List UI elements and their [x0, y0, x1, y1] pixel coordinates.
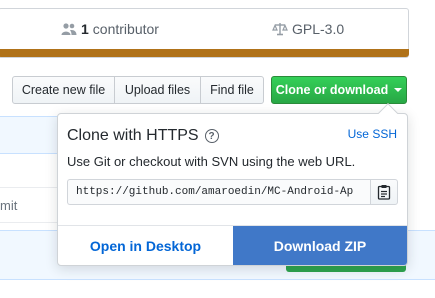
upload-files-button[interactable]: Upload files [114, 76, 201, 104]
popup-arrow [378, 103, 398, 123]
contributors-count: 1 [81, 21, 89, 37]
file-list-divider [0, 222, 58, 223]
license-link[interactable]: GPL-3.0 [272, 21, 344, 37]
create-new-file-button[interactable]: Create new file [12, 76, 115, 104]
clone-url-input[interactable]: https://github.com/amaroedin/MC-Android-… [67, 179, 371, 205]
question-icon[interactable]: ? [204, 129, 219, 143]
clone-popup-footer: Open in Desktop Download ZIP [58, 225, 407, 265]
use-ssh-link[interactable]: Use SSH [348, 127, 397, 141]
copy-to-clipboard-button[interactable] [370, 179, 398, 205]
file-list-row [0, 154, 58, 188]
license-label: GPL-3.0 [292, 21, 345, 37]
people-icon [61, 23, 77, 35]
commit-message-fragment: mit [0, 198, 18, 213]
open-in-desktop-button[interactable]: Open in Desktop [58, 226, 233, 265]
caret-down-icon [394, 88, 403, 92]
language-bar [0, 49, 409, 57]
file-list-header-background [0, 116, 58, 154]
clone-popup-title: Clone with HTTPS ? [67, 127, 219, 145]
contributors-label: contributor [92, 21, 159, 37]
find-file-button[interactable]: Find file [200, 76, 264, 104]
clipboard-icon [377, 185, 391, 200]
clone-or-download-label: Clone or download [275, 83, 389, 97]
clone-popup: Clone with HTTPS ? Use SSH Use Git or ch… [57, 103, 408, 266]
contributors-link[interactable]: 1 contributor [61, 21, 159, 37]
law-scale-icon [272, 23, 288, 36]
clone-or-download-button[interactable]: Clone or download [271, 76, 407, 104]
download-zip-button[interactable]: Download ZIP [233, 226, 407, 265]
clone-description: Use Git or checkout with SVN using the w… [67, 154, 356, 169]
clone-popup-title-text: Clone with HTTPS [67, 127, 199, 144]
